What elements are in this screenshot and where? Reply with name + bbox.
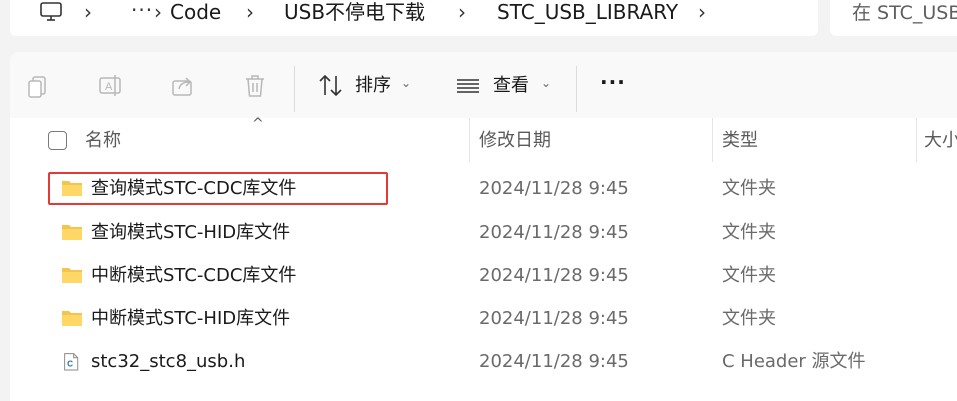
- list-item[interactable]: 查询模式STC-HID库文件 2024/11/28 9:45 文件夹: [10, 211, 957, 254]
- folder-icon: [62, 225, 82, 240]
- file-type: 文件夹: [722, 222, 776, 243]
- svg-text:A: A: [105, 81, 113, 93]
- file-type: 文件夹: [722, 308, 776, 329]
- more-options-button[interactable]: ···: [600, 70, 626, 94]
- breadcrumb-stc-usb-library[interactable]: STC_USB_LIBRARY: [497, 0, 678, 26]
- file-type: 文件夹: [722, 265, 776, 286]
- list-item[interactable]: 中断模式STC-CDC库文件 2024/11/28 9:45 文件夹: [10, 254, 957, 297]
- breadcrumb-separator-icon[interactable]: ›: [84, 0, 92, 25]
- column-header-size[interactable]: 大小: [924, 129, 957, 153]
- command-bar: A 排序 ⌄ 查看 ⌄ ···: [10, 52, 957, 122]
- sort-button[interactable]: 排序: [355, 74, 391, 98]
- breadcrumb-usb[interactable]: USB不停电下载: [284, 0, 425, 26]
- toolbar-divider: [576, 66, 577, 112]
- file-modified: 2024/11/28 9:45: [479, 308, 629, 329]
- chevron-down-icon[interactable]: ⌄: [541, 76, 551, 90]
- file-type: C Header 源文件: [722, 351, 866, 372]
- svg-text:C: C: [67, 360, 73, 369]
- file-modified: 2024/11/28 9:45: [479, 265, 629, 286]
- file-modified: 2024/11/28 9:45: [479, 222, 629, 243]
- c-header-file-icon: C: [64, 353, 79, 371]
- toolbar-divider: [294, 66, 295, 112]
- sort-ascending-icon: ^: [252, 116, 264, 132]
- delete-icon[interactable]: [241, 72, 269, 100]
- breadcrumb-separator-icon[interactable]: ›: [458, 0, 466, 25]
- file-name: 中断模式STC-CDC库文件: [91, 265, 297, 286]
- column-divider[interactable]: [469, 118, 470, 162]
- view-icon[interactable]: [454, 72, 482, 100]
- column-divider[interactable]: [712, 118, 713, 162]
- column-divider[interactable]: [916, 118, 917, 162]
- select-all-checkbox[interactable]: [48, 131, 67, 150]
- file-name: 中断模式STC-HID库文件: [91, 308, 291, 329]
- file-name: 查询模式STC-HID库文件: [91, 222, 291, 243]
- search-input[interactable]: 在 STC_USB: [852, 1, 957, 25]
- this-pc-icon[interactable]: [39, 2, 63, 22]
- column-header-name[interactable]: 名称: [85, 129, 121, 153]
- file-name: stc32_stc8_usb.h: [91, 351, 246, 372]
- search-box[interactable]: 在 STC_USB: [830, 0, 957, 36]
- chevron-down-icon[interactable]: ⌄: [401, 76, 411, 90]
- breadcrumb-separator-icon[interactable]: ›: [698, 0, 706, 25]
- file-type: 文件夹: [722, 178, 776, 199]
- breadcrumb-separator-icon[interactable]: ›: [154, 0, 162, 25]
- breadcrumb-code[interactable]: Code: [170, 0, 221, 26]
- copy-icon[interactable]: [24, 72, 52, 100]
- folder-icon: [62, 268, 82, 283]
- rename-icon[interactable]: A: [97, 72, 125, 100]
- list-item[interactable]: 中断模式STC-HID库文件 2024/11/28 9:45 文件夹: [10, 297, 957, 340]
- view-button[interactable]: 查看: [493, 74, 529, 98]
- list-item[interactable]: C stc32_stc8_usb.h 2024/11/28 9:45 C Hea…: [10, 340, 957, 383]
- file-modified: 2024/11/28 9:45: [479, 178, 629, 199]
- address-bar-row: › ··· › Code › USB不停电下载 › STC_USB_LIBRAR…: [0, 0, 957, 36]
- address-bar[interactable]: › ··· › Code › USB不停电下载 › STC_USB_LIBRAR…: [10, 0, 818, 36]
- file-modified: 2024/11/28 9:45: [479, 351, 629, 372]
- breadcrumb-separator-icon[interactable]: ›: [246, 0, 254, 25]
- file-list: ^ 名称 修改日期 类型 大小 查询模式STC-CDC库文件 2024/11/2…: [10, 116, 957, 401]
- column-header-modified[interactable]: 修改日期: [479, 129, 551, 153]
- share-icon[interactable]: [169, 72, 197, 100]
- folder-icon: [62, 311, 82, 326]
- column-header-type[interactable]: 类型: [722, 129, 758, 153]
- highlight-annotation: [48, 172, 388, 205]
- column-header-row: ^ 名称 修改日期 类型 大小: [10, 116, 957, 162]
- sort-icon[interactable]: [317, 72, 345, 100]
- breadcrumb-overflow-button[interactable]: ···: [131, 0, 153, 22]
